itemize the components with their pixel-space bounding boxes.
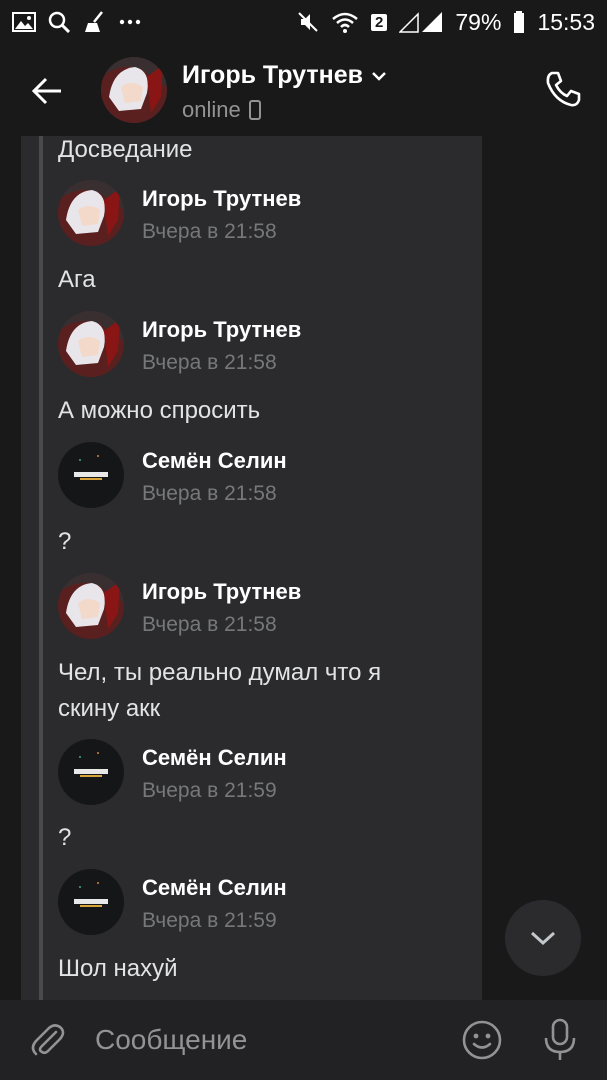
sender-avatar[interactable] — [58, 442, 124, 508]
sender-time: Вчера в 21:58 — [142, 482, 277, 505]
sender-time: Вчера в 21:58 — [142, 613, 277, 636]
sender-name: Семён Селин — [142, 448, 287, 473]
status-bar: 2 79% 15:53 — [0, 0, 607, 44]
forward-indicator-bar — [39, 136, 43, 1000]
emoji-button[interactable] — [460, 1018, 504, 1062]
contact-avatar[interactable] — [101, 57, 167, 123]
wifi-icon — [331, 11, 359, 33]
mobile-icon — [248, 100, 261, 120]
message-text: Чел, ты реально думал что я скину акк — [58, 659, 382, 722]
message-text: Ага — [58, 266, 96, 293]
message-text: Досведание — [58, 136, 193, 163]
back-button[interactable] — [24, 68, 70, 114]
sim-badge: 2 — [371, 13, 388, 31]
message-text: А можно спросить — [58, 397, 261, 424]
call-button[interactable] — [540, 66, 586, 112]
voice-message-button[interactable] — [538, 1016, 582, 1064]
sender-avatar[interactable] — [58, 311, 124, 377]
contact-name-toggle[interactable]: Игорь Трутнев — [182, 61, 387, 90]
sender-avatar[interactable] — [58, 573, 124, 639]
sender-row[interactable]: Семён Селин Вчера в 21:58 — [58, 442, 478, 508]
message-text: ? — [58, 528, 72, 555]
phone-icon — [546, 71, 581, 107]
anime-avatar-icon — [58, 311, 124, 377]
attach-button[interactable] — [26, 1018, 70, 1062]
anime-avatar-icon — [58, 180, 124, 246]
gallery-icon — [12, 12, 36, 32]
standoff-avatar-icon — [58, 739, 124, 805]
online-status: online — [182, 97, 241, 122]
sender-row[interactable]: Игорь Трутнев Вчера в 21:58 — [58, 311, 478, 377]
sender-time: Вчера в 21:59 — [142, 779, 277, 802]
contact-name: Игорь Трутнев — [182, 61, 363, 89]
paperclip-icon — [31, 1024, 65, 1056]
sender-time: Вчера в 21:58 — [142, 351, 277, 374]
battery-icon — [513, 11, 525, 33]
microphone-icon — [544, 1018, 576, 1060]
message-text: Шол нахуй — [58, 955, 178, 982]
sender-name: Семён Селин — [142, 745, 287, 770]
sender-row[interactable]: Семён Селин Вчера в 21:59 — [58, 739, 478, 805]
clock: 15:53 — [537, 8, 595, 35]
anime-avatar-icon — [101, 57, 167, 123]
smile-icon — [462, 1020, 502, 1060]
standoff-avatar-icon — [58, 442, 124, 508]
broom-icon — [82, 11, 106, 33]
status-right: 2 79% 15:53 — [297, 9, 595, 36]
sender-row[interactable]: Игорь Трутнев Вчера в 21:58 — [58, 573, 478, 639]
message-input[interactable] — [95, 1020, 435, 1060]
chevron-down-icon — [530, 931, 556, 946]
search-icon — [48, 11, 70, 33]
sender-time: Вчера в 21:58 — [142, 220, 277, 243]
sender-avatar[interactable] — [58, 180, 124, 246]
sender-time: Вчера в 21:59 — [142, 909, 277, 932]
sender-name: Игорь Трутнев — [142, 317, 302, 342]
chat-header: Игорь Трутнев online — [0, 44, 607, 136]
sender-name: Семён Селин — [142, 875, 287, 900]
signal-icon — [399, 11, 443, 33]
arrow-left-icon — [31, 77, 61, 105]
standoff-avatar-icon — [58, 869, 124, 935]
anime-avatar-icon — [58, 573, 124, 639]
forwarded-messages: Досведание Игорь Трутнев Вчера в 21:58 А… — [21, 136, 482, 1000]
scroll-down-button[interactable] — [505, 900, 581, 976]
chevron-down-icon — [372, 71, 386, 81]
mute-icon — [297, 11, 319, 33]
sender-row[interactable]: Семён Селин Вчера в 21:59 — [58, 869, 478, 935]
message-text: ? — [58, 824, 72, 851]
sender-name: Игорь Трутнев — [142, 579, 302, 604]
message-composer — [0, 1000, 607, 1080]
status-left — [12, 11, 142, 33]
more-dots-icon — [118, 18, 142, 26]
sender-row[interactable]: Игорь Трутнев Вчера в 21:58 — [58, 180, 478, 246]
sender-avatar[interactable] — [58, 869, 124, 935]
sender-name: Игорь Трутнев — [142, 186, 302, 211]
contact-status: online — [182, 97, 261, 123]
battery-level: 79% — [455, 8, 502, 35]
sender-avatar[interactable] — [58, 739, 124, 805]
